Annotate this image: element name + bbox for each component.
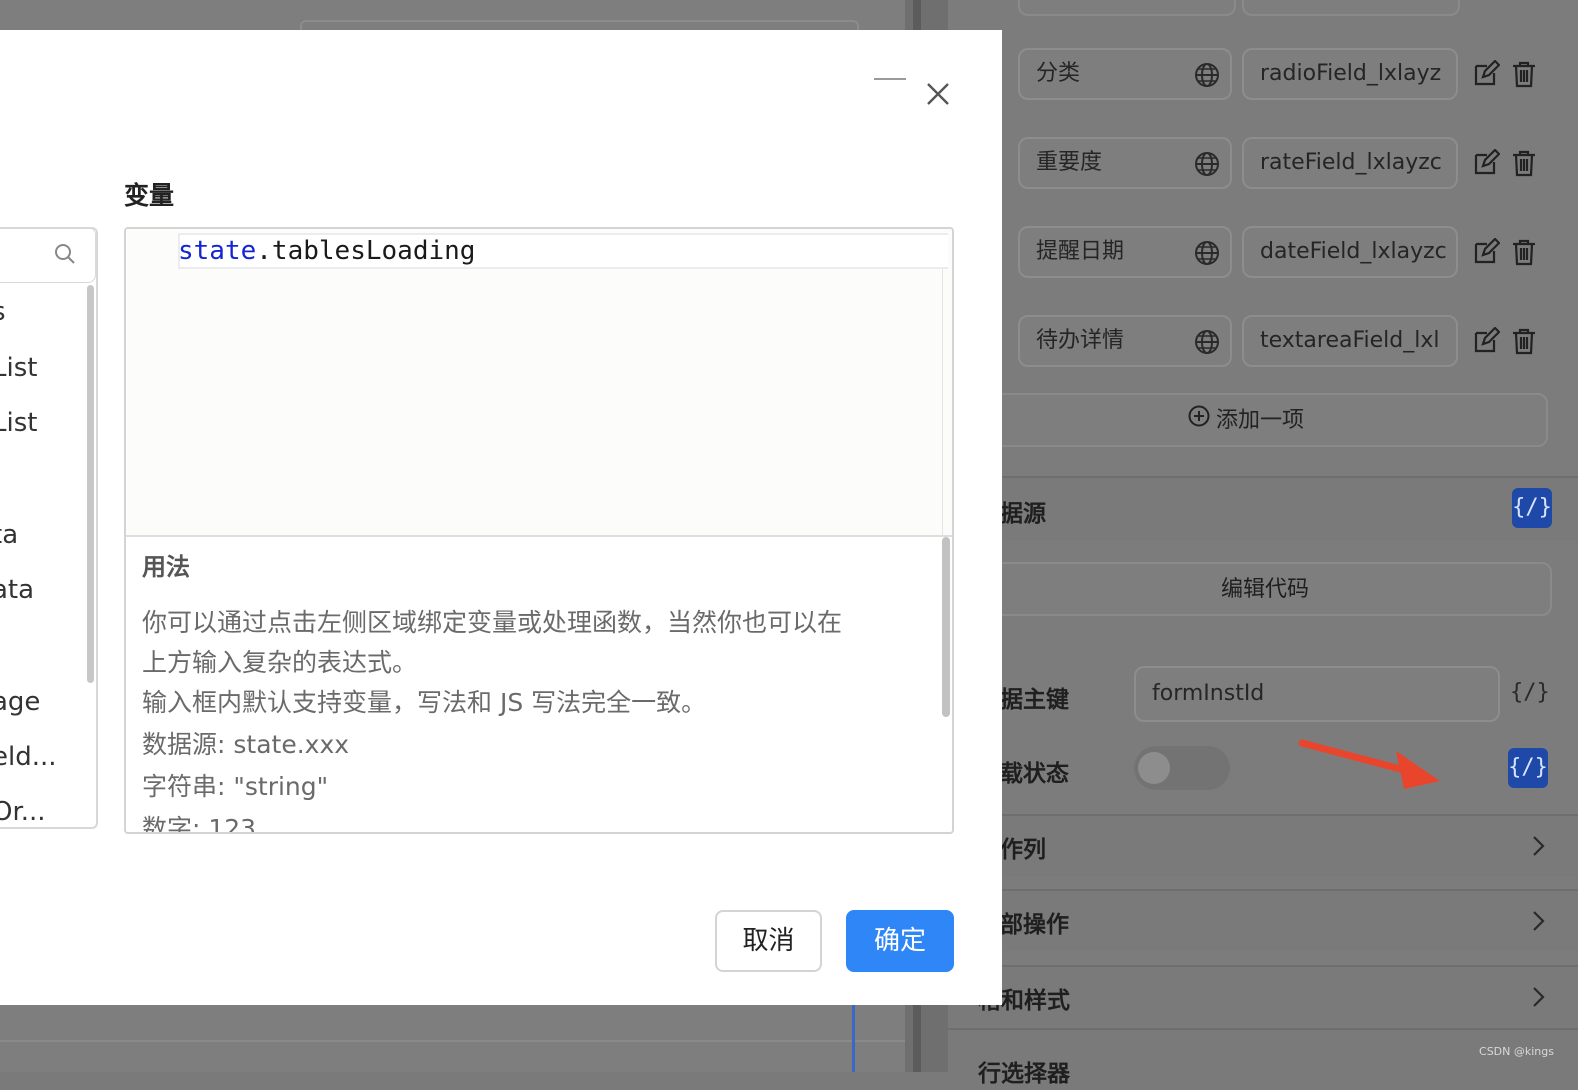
- field-label: 提醒日期: [1036, 239, 1125, 264]
- edit-icon[interactable]: [1472, 238, 1500, 266]
- variable-title: 变量: [124, 181, 175, 210]
- usage-line: 输入框内默认支持变量，写法和 JS 写法完全一致。: [142, 688, 707, 717]
- field-label-input[interactable]: 分类: [1018, 48, 1232, 100]
- field-label: 分类: [1036, 61, 1081, 86]
- field-label: 待办详情: [1036, 328, 1125, 353]
- field-key-input[interactable]: textareaField_lxl: [1242, 315, 1458, 367]
- datasource-section: 据源: [948, 476, 1578, 540]
- usage-line: 数据源: state.xxx: [142, 730, 350, 759]
- chevron-right-icon: [1533, 836, 1545, 856]
- expression-editor: state.tablesLoading 用法 你可以通过点击左侧区域绑定变量或处…: [124, 227, 954, 834]
- field-row: 重要度 rateField_lxlayzc: [948, 137, 1578, 197]
- primary-key-input[interactable]: formInstId: [1134, 666, 1500, 722]
- tree-search-input[interactable]: [0, 229, 96, 283]
- annotation-arrow-icon: [1298, 739, 1440, 789]
- section-cutoff[interactable]: 行选择器: [948, 1028, 1578, 1090]
- field-key: radioField_lxlayz: [1260, 61, 1442, 86]
- field-label: 重要度: [1036, 150, 1103, 175]
- field-key-input[interactable]: rateField_lxlayzc: [1242, 137, 1458, 189]
- delete-icon[interactable]: [1510, 60, 1538, 88]
- add-item-button[interactable]: 添加一项: [944, 393, 1548, 447]
- datasource-code-button[interactable]: {/}: [1512, 488, 1552, 528]
- tree-scrollbar[interactable]: [87, 285, 94, 683]
- tree-item[interactable]: List: [0, 353, 37, 383]
- edit-code-button[interactable]: 编辑代码: [978, 562, 1552, 616]
- chevron-right-icon: [1533, 911, 1545, 931]
- loading-state-toggle[interactable]: [1134, 746, 1230, 790]
- field-key-input[interactable]: [1242, 0, 1460, 16]
- watermark: CSDN @kings: [1479, 1045, 1554, 1058]
- field-key-input[interactable]: radioField_lxlayz: [1242, 48, 1458, 100]
- tree-item[interactable]: ta: [0, 520, 18, 550]
- field-label-input[interactable]: 待办详情: [1018, 315, 1232, 367]
- tree-item[interactable]: Or...: [0, 797, 46, 827]
- tree-item[interactable]: ata: [0, 575, 34, 605]
- confirm-button[interactable]: 确定: [846, 910, 954, 972]
- section-operation-column[interactable]: 作列: [948, 814, 1578, 876]
- field-key: rateField_lxlayzc: [1260, 150, 1442, 175]
- code-input[interactable]: state.tablesLoading: [126, 229, 952, 537]
- edit-icon[interactable]: [1472, 60, 1500, 88]
- field-label-input[interactable]: 提醒日期: [1018, 226, 1232, 278]
- field-key: textareaField_lxl: [1260, 328, 1440, 353]
- primary-key-label: 据主键: [1000, 687, 1069, 713]
- loading-state-code-button[interactable]: {/}: [1508, 748, 1548, 788]
- tree-item[interactable]: age: [0, 687, 40, 717]
- delete-icon[interactable]: [1510, 327, 1538, 355]
- edit-icon[interactable]: [1472, 149, 1500, 177]
- add-item-label: 添加一项: [1215, 408, 1304, 433]
- globe-icon[interactable]: [1194, 329, 1220, 355]
- delete-icon[interactable]: [1510, 149, 1538, 177]
- globe-icon[interactable]: [1194, 240, 1220, 266]
- field-key: dateField_lxlayzc: [1260, 239, 1447, 264]
- field-label-input[interactable]: 重要度: [1018, 137, 1232, 189]
- loading-state-label: 载状态: [1000, 761, 1069, 787]
- primary-key-code-button[interactable]: {/}: [1510, 680, 1550, 705]
- delete-icon[interactable]: [1510, 238, 1538, 266]
- minimize-icon[interactable]: [874, 78, 906, 80]
- search-icon: [55, 244, 75, 264]
- close-icon[interactable]: [924, 80, 952, 108]
- usage-line: 数字: 123: [142, 814, 257, 832]
- variable-binding-dialog: 变量 s List List ta ata age eld... Or... s…: [0, 30, 1002, 1005]
- tree-item[interactable]: List: [0, 408, 37, 438]
- globe-icon[interactable]: [1194, 151, 1220, 177]
- usage-line: 你可以通过点击左侧区域绑定变量或处理函数，当然你也可以在: [142, 608, 843, 637]
- code-scrollbar-track: [942, 269, 943, 535]
- field-row: 分类 radioField_lxlayz: [948, 48, 1578, 108]
- edit-icon[interactable]: [1472, 327, 1500, 355]
- plus-circle-icon: [1188, 395, 1210, 447]
- usage-line: 字符串: "string": [142, 772, 329, 801]
- usage-scrollbar[interactable]: [942, 537, 950, 717]
- code-expression: state.tablesLoading: [178, 236, 476, 266]
- field-row: 提醒日期 dateField_lxlayzc: [948, 226, 1578, 286]
- field-label-input[interactable]: [1018, 0, 1236, 16]
- usage-panel: 用法 你可以通过点击左侧区域绑定变量或处理函数，当然你也可以在 上方输入复杂的表…: [126, 537, 952, 832]
- variable-tree: s List List ta ata age eld... Or...: [0, 227, 98, 829]
- section-label: 行选择器: [978, 1061, 1070, 1087]
- selection-outline: [852, 1005, 855, 1072]
- section-label: 作列: [1000, 837, 1046, 863]
- properties-panel: 分类 radioField_lxlayz 重要度 rateField_lxlay…: [944, 0, 1578, 1090]
- field-key-input[interactable]: dateField_lxlayzc: [1242, 226, 1458, 278]
- section-label: 部操作: [1000, 912, 1069, 938]
- chevron-right-icon: [1533, 987, 1545, 1007]
- cancel-button[interactable]: 取消: [715, 910, 822, 972]
- usage-title: 用法: [142, 553, 190, 581]
- field-row: 待办详情 textareaField_lxl: [948, 315, 1578, 375]
- tree-item[interactable]: eld...: [0, 742, 57, 772]
- section-top-actions[interactable]: 部操作: [948, 889, 1578, 951]
- usage-line: 上方输入复杂的表达式。: [142, 648, 418, 677]
- globe-icon[interactable]: [1194, 62, 1220, 88]
- section-style[interactable]: 格和样式: [948, 965, 1578, 1027]
- datasource-label: 据源: [1000, 501, 1046, 527]
- tree-item[interactable]: s: [0, 297, 6, 327]
- canvas-divider: [0, 1040, 912, 1042]
